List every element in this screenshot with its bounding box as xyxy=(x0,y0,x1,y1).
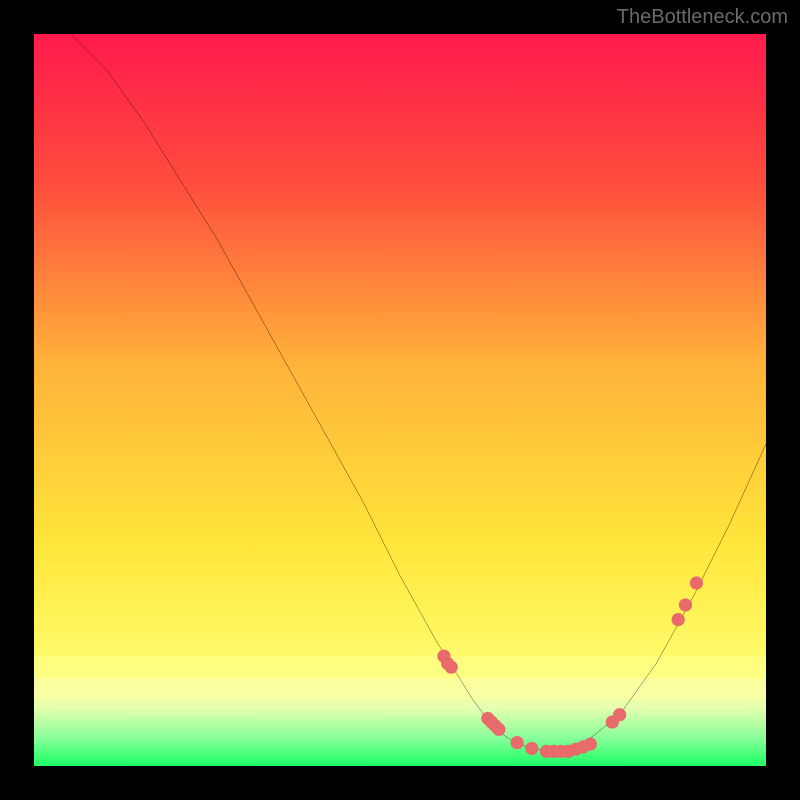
marker-group xyxy=(437,576,703,758)
data-marker xyxy=(672,613,685,626)
chart-area xyxy=(34,34,766,766)
data-marker xyxy=(690,576,703,589)
data-marker xyxy=(525,742,538,755)
data-marker xyxy=(492,723,505,736)
data-marker xyxy=(679,598,692,611)
data-marker xyxy=(511,736,524,749)
chart-svg xyxy=(34,34,766,766)
watermark-text: TheBottleneck.com xyxy=(617,6,788,29)
curve-path xyxy=(71,34,766,751)
data-marker xyxy=(445,661,458,674)
data-marker xyxy=(613,708,626,721)
data-marker xyxy=(584,737,597,750)
